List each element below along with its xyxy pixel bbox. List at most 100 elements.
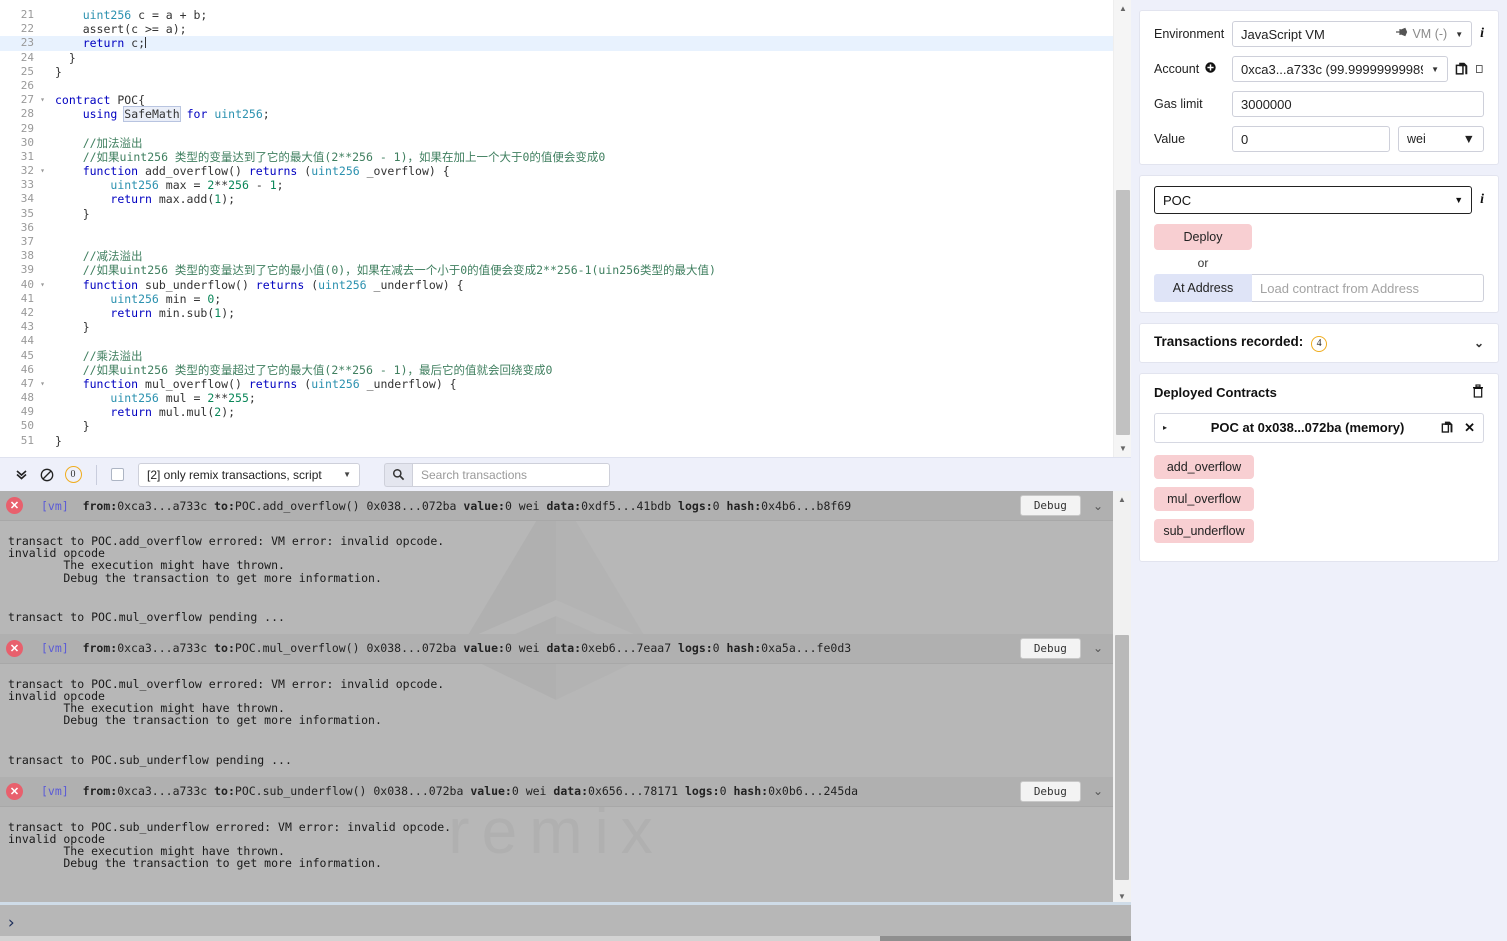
code-line[interactable]: 49 return mul.mul(2); [0, 405, 1113, 419]
terminal-scrollbar-thumb[interactable] [1115, 635, 1129, 880]
code-line[interactable]: 42 return min.sub(1); [0, 306, 1113, 320]
code-line[interactable]: 46 //如果uint256 类型的变量超过了它的最大值(2**256 - 1)… [0, 363, 1113, 377]
transactions-recorded-card[interactable]: Transactions recorded: 4 ⌄ [1139, 323, 1499, 363]
code-line[interactable]: 21 uint256 c = a + b; [0, 8, 1113, 22]
terminal-prompt[interactable]: › [0, 905, 1131, 941]
code-line[interactable]: 23 return c; [0, 36, 1113, 51]
caret-right-icon[interactable]: ▸ [1163, 423, 1181, 432]
code-line[interactable]: 22 assert(c >= a); [0, 22, 1113, 36]
fold-toggle-icon[interactable]: ▾ [38, 377, 47, 391]
code-line[interactable]: 43 } [0, 320, 1113, 334]
code-line[interactable]: 51} [0, 434, 1113, 448]
code-line[interactable]: 47 ▾ function mul_overflow() returns (uin… [0, 377, 1113, 391]
line-number: 34 [20, 192, 34, 206]
plus-circle-icon[interactable] [1205, 62, 1216, 76]
chevron-down-icon[interactable]: ⌄ [1093, 784, 1103, 798]
contract-function-button[interactable]: mul_overflow [1154, 486, 1254, 511]
copy-icon[interactable] [1441, 421, 1454, 434]
code-line[interactable]: 45 //乘法溢出 [0, 349, 1113, 363]
fold-toggle-icon[interactable]: ▾ [38, 93, 47, 107]
fold-toggle-icon[interactable]: ▾ [38, 278, 47, 292]
account-row: Account 0xca3...a733c (99.99999999989415… [1154, 56, 1484, 82]
debug-button[interactable]: Debug [1019, 495, 1081, 516]
deploy-button[interactable]: Deploy [1154, 224, 1252, 250]
code-line[interactable]: 29 [0, 122, 1113, 136]
editor-scrollbar-thumb[interactable] [1116, 190, 1130, 435]
info-icon[interactable]: i [1480, 192, 1484, 208]
fold-toggle-icon[interactable]: ▾ [38, 164, 47, 178]
chevron-down-icon[interactable]: ⌄ [1474, 336, 1484, 350]
debug-button[interactable]: Debug [1019, 637, 1081, 659]
value-unit-select[interactable]: wei ▼ [1398, 126, 1484, 152]
code-line[interactable]: 32 ▾ function add_overflow() returns (uin… [0, 164, 1113, 178]
terminal-horizontal-scrollbar-thumb[interactable] [0, 936, 880, 941]
deploy-run-panel: Environment JavaScript VM VM (-) ▼ i Acc… [1131, 0, 1507, 941]
search-icon[interactable] [384, 462, 412, 487]
gas-limit-input[interactable]: 3000000 [1232, 91, 1484, 117]
terminal-filter-select[interactable]: [2] only remix transactions, script ▼ [138, 462, 360, 487]
code-line[interactable]: 26 [0, 79, 1113, 93]
code-line[interactable]: 40 ▾ function sub_underflow() returns (ui… [0, 278, 1113, 292]
code-line[interactable]: 39 //如果uint256 类型的变量达到了它的最小值(0)，如果在减去一个小… [0, 263, 1113, 277]
line-number: 28 [20, 107, 34, 121]
search-input[interactable] [412, 462, 610, 487]
close-icon[interactable]: ✕ [1464, 420, 1475, 436]
debug-button[interactable]: Debug [1019, 780, 1081, 802]
code-line[interactable]: 24 } [0, 51, 1113, 65]
code-line[interactable]: 36 [0, 221, 1113, 235]
at-address-input[interactable] [1252, 274, 1484, 302]
chevron-down-icon[interactable]: ⌄ [1093, 641, 1103, 655]
terminal-log[interactable]: remix ✕ [vm] from:0xca3...a733c to:POC.ad… [0, 491, 1131, 905]
contract-function-button[interactable]: add_overflow [1154, 454, 1254, 479]
terminal-pending-line: transact to POC.sub_underflow pending ..… [8, 752, 299, 767]
code-line[interactable]: 50 } [0, 419, 1113, 433]
code-line[interactable]: 48 uint256 mul = 2**255; [0, 391, 1113, 405]
line-number: 43 [20, 320, 34, 334]
scroll-up-arrow-icon[interactable]: ▲ [1114, 0, 1131, 17]
transaction-row[interactable]: ✕ [vm] from:0xca3...a733c to:POC.mul_over… [0, 633, 1113, 664]
terminal-scrollbar[interactable]: ▲ ▼ [1113, 491, 1131, 905]
scroll-down-arrow-icon[interactable]: ▼ [1114, 440, 1131, 457]
terminal-entries: ✕ [vm] from:0xca3...a733c to:POC.add_over… [0, 491, 1113, 905]
code-line[interactable]: 25} [0, 65, 1113, 79]
contract-function-button[interactable]: sub_underflow [1154, 518, 1254, 543]
trash-icon[interactable] [1472, 383, 1484, 401]
environment-select[interactable]: JavaScript VM VM (-) ▼ [1232, 21, 1473, 47]
chevron-down-icon[interactable]: ⌄ [1093, 499, 1103, 513]
copy-icon[interactable] [1455, 62, 1469, 76]
code-line[interactable]: 33 uint256 max = 2**256 - 1; [0, 178, 1113, 192]
editor-scrollbar[interactable]: ▲ ▼ [1113, 0, 1131, 457]
transaction-error-body: transact to POC.sub_underflow errored: V… [8, 819, 452, 871]
contract-select[interactable]: POC ▼ [1154, 186, 1473, 214]
account-select[interactable]: 0xca3...a733c (99.9999999998941583 ▼ [1232, 56, 1448, 82]
code-line[interactable]: 31 //如果uint256 类型的变量达到了它的最大值(2**256 - 1)… [0, 150, 1113, 164]
at-address-button[interactable]: At Address [1154, 274, 1252, 302]
transaction-summary: [vm] from:0xca3...a733c to:POC.mul_overf… [41, 641, 852, 656]
code-line[interactable]: 41 uint256 min = 0; [0, 292, 1113, 306]
ban-icon[interactable] [34, 462, 60, 488]
code-line[interactable]: 34 return max.add(1); [0, 192, 1113, 206]
code-line[interactable]: 35 } [0, 207, 1113, 221]
transaction-row[interactable]: ✕ [vm] from:0xca3...a733c to:POC.sub_unde… [0, 776, 1113, 807]
terminal-filter-checkbox[interactable] [111, 468, 124, 481]
value-input[interactable]: 0 [1232, 126, 1390, 152]
deployed-contract-instance[interactable]: ▸ POC at 0x038...072ba (memory) ✕ [1154, 412, 1484, 443]
code-line[interactable]: 44 [0, 334, 1113, 348]
line-number: 29 [20, 121, 34, 135]
remix-ide-window: 21 uint256 c = a + b; 22 assert(c >= a); 2… [0, 0, 1507, 941]
transaction-row[interactable]: ✕ [vm] from:0xca3...a733c to:POC.add_over… [0, 491, 1113, 521]
code-line[interactable]: 37 [0, 235, 1113, 249]
code-editor-scroll-area[interactable]: 21 uint256 c = a + b; 22 assert(c >= a); 2… [0, 0, 1113, 457]
pending-count-badge[interactable]: 0 [60, 462, 86, 488]
terminal-scroll-up-arrow-icon[interactable]: ▲ [1113, 491, 1131, 508]
code-line[interactable]: 38 //减法溢出 [0, 249, 1113, 263]
double-chevron-down-icon[interactable] [8, 462, 34, 488]
code-line[interactable]: 28 using SafeMath for uint256; [0, 106, 1113, 123]
info-icon[interactable]: i [1480, 26, 1484, 42]
line-number: 50 [20, 419, 34, 433]
note-icon[interactable] [1476, 62, 1484, 76]
code-line[interactable]: 27 ▾ contract POC{ [0, 93, 1113, 107]
code-line[interactable]: 30 //加法溢出 [0, 136, 1113, 150]
code-editor[interactable]: 21 uint256 c = a + b; 22 assert(c >= a); 2… [0, 0, 1131, 457]
terminal-horizontal-scrollbar[interactable] [0, 936, 1131, 941]
